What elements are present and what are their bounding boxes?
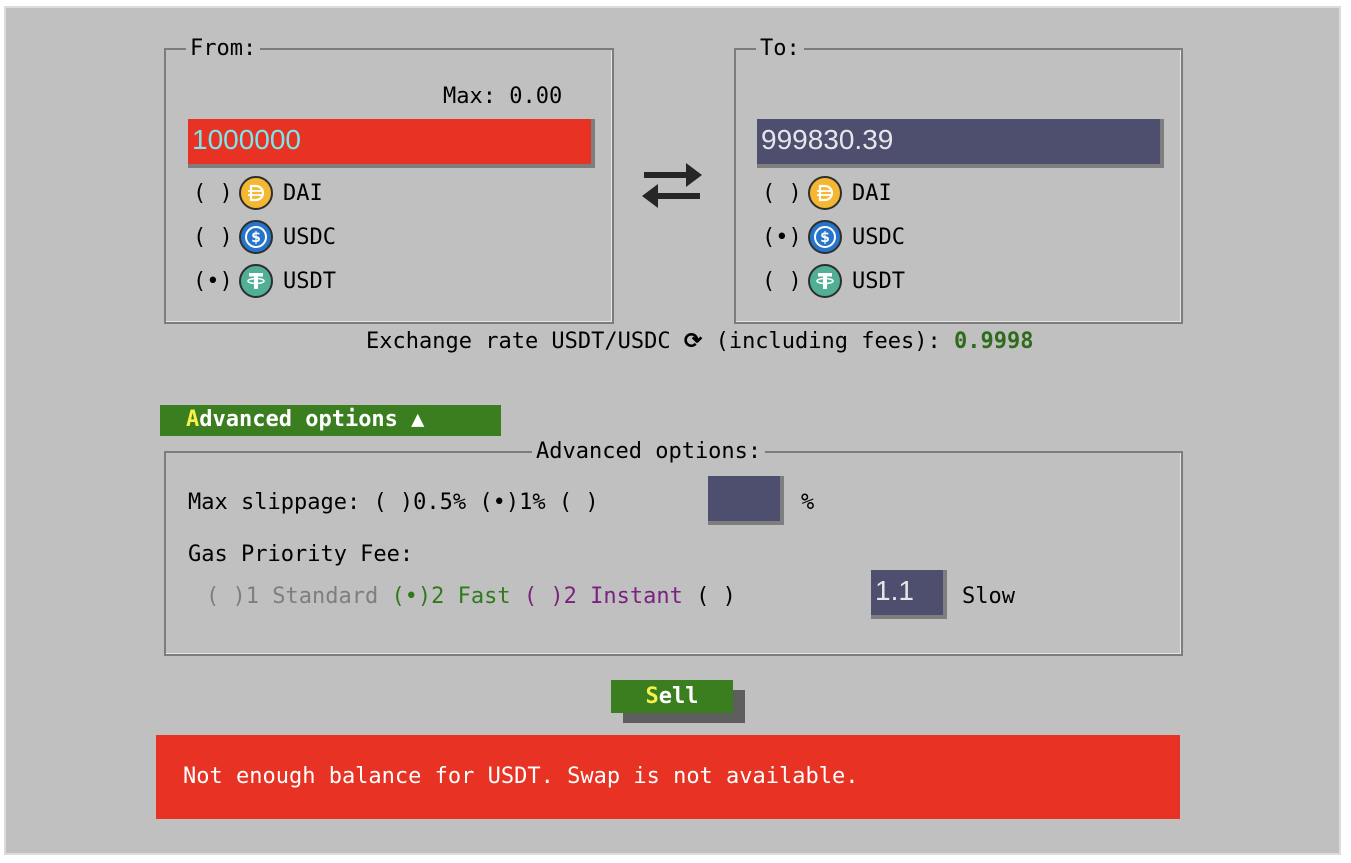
from-usdt-radio[interactable]: (•) xyxy=(193,269,239,294)
to-usdt-radio[interactable]: ( ) xyxy=(762,269,808,294)
slippage-option-1[interactable]: (•)1% xyxy=(479,490,545,515)
gas-fee-label: Gas Priority Fee: xyxy=(188,542,414,567)
from-usdt-label: USDT xyxy=(283,268,336,294)
percent-sign: % xyxy=(801,490,815,515)
from-coin-dai[interactable]: ( ) DAI xyxy=(193,175,323,211)
to-dai-radio[interactable]: ( ) xyxy=(762,181,808,206)
to-coin-dai[interactable]: ( ) DAI xyxy=(762,175,892,211)
sell-button[interactable]: Sell xyxy=(611,680,733,713)
usdt-coin-icon xyxy=(239,264,273,298)
slippage-custom-input[interactable] xyxy=(708,476,784,525)
exchange-rate-label: Exchange rate USDT/USDC xyxy=(366,329,684,354)
dai-coin-icon xyxy=(808,176,842,210)
to-usdc-radio[interactable]: (•) xyxy=(762,225,808,250)
advanced-options-toggle[interactable]: Advanced options ▲ xyxy=(160,405,501,436)
exchange-rate-line: Exchange rate USDT/USDC ⟳ (including fee… xyxy=(366,328,1033,356)
advanced-hotkey: A xyxy=(186,407,200,432)
slippage-label: Max slippage: xyxy=(188,490,374,515)
refresh-icon[interactable]: ⟳ xyxy=(684,329,702,354)
from-dai-radio[interactable]: ( ) xyxy=(193,181,239,206)
swap-arrows-icon[interactable] xyxy=(640,162,704,210)
to-dai-label: DAI xyxy=(852,180,892,206)
gas-option-standard[interactable]: ( )1 Standard xyxy=(206,584,378,609)
usdt-coin-icon xyxy=(808,264,842,298)
sell-button-label: ell xyxy=(658,684,699,709)
gas-slow-label: Slow xyxy=(962,584,1015,609)
from-dai-label: DAI xyxy=(283,180,323,206)
to-amount-output[interactable]: 999830.39 xyxy=(757,119,1164,168)
exchange-rate-fees-label: (including fees): xyxy=(702,329,954,354)
dai-coin-icon xyxy=(239,176,273,210)
from-legend: From: xyxy=(190,36,257,61)
gas-fee-options: ( )1 Standard (•)2 Fast ( )2 Instant ( ) xyxy=(206,583,736,611)
error-message: Not enough balance for USDT. Swap is not… xyxy=(156,735,1180,819)
to-usdc-label: USDC xyxy=(852,224,905,250)
slippage-row: Max slippage: ( )0.5% (•)1% ( ) xyxy=(188,489,599,517)
to-coin-usdt[interactable]: ( ) USDT xyxy=(762,263,905,299)
usdc-coin-icon: $ xyxy=(239,220,273,254)
max-balance-label: Max: 0.00 xyxy=(443,84,563,109)
from-coin-usdc[interactable]: ( ) $ USDC xyxy=(193,219,336,255)
advanced-toggle-label: dvanced options ▲ xyxy=(199,407,425,432)
from-usdc-label: USDC xyxy=(283,224,336,250)
gas-custom-input[interactable]: 1.1 xyxy=(871,570,947,619)
gas-option-custom[interactable]: ( ) xyxy=(696,584,736,609)
gas-option-instant[interactable]: ( )2 Instant xyxy=(524,584,683,609)
exchange-rate-value: 0.9998 xyxy=(954,329,1034,354)
usdc-coin-icon: $ xyxy=(808,220,842,254)
to-usdt-label: USDT xyxy=(852,268,905,294)
from-usdc-radio[interactable]: ( ) xyxy=(193,225,239,250)
slippage-option-custom[interactable]: ( ) xyxy=(559,490,599,515)
from-amount-input[interactable]: 1000000 xyxy=(188,119,595,168)
svg-text:$: $ xyxy=(251,230,261,246)
from-coin-usdt[interactable]: (•) USDT xyxy=(193,263,336,299)
sell-hotkey: S xyxy=(645,684,659,709)
advanced-legend: Advanced options: xyxy=(536,439,762,464)
to-coin-usdc[interactable]: (•) $ USDC xyxy=(762,219,905,255)
gas-option-fast[interactable]: (•)2 Fast xyxy=(391,584,510,609)
svg-text:$: $ xyxy=(820,230,830,246)
slippage-option-0-5[interactable]: ( )0.5% xyxy=(373,490,466,515)
to-legend: To: xyxy=(760,36,800,61)
